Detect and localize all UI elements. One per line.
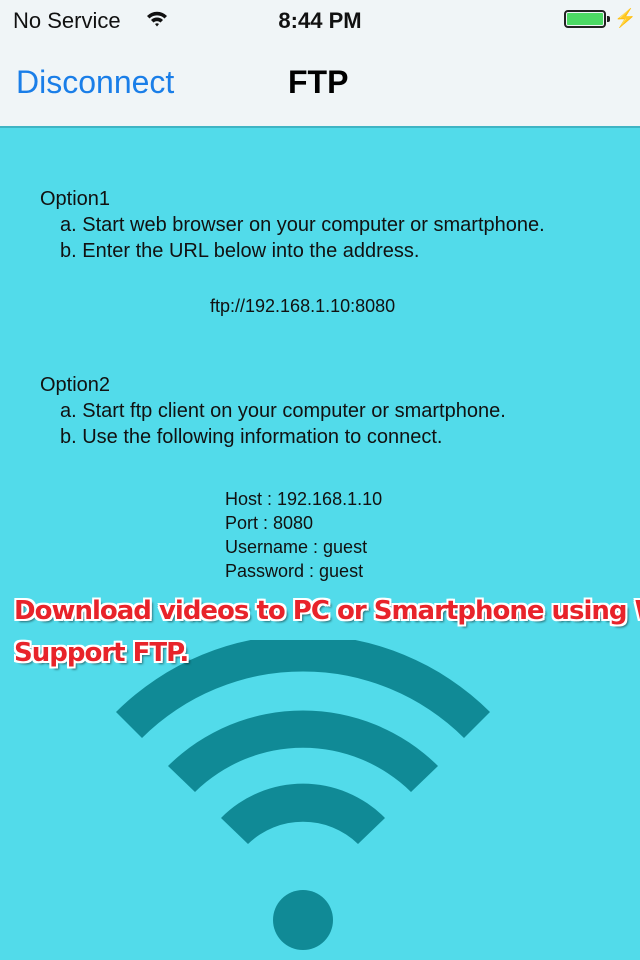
wifi-arc-inner bbox=[221, 783, 385, 844]
status-bar: No Service 8:44 PM ⚡ bbox=[0, 0, 640, 40]
wifi-dot bbox=[273, 890, 333, 950]
promo-line-1: Download videos to PC or Smartphone usin… bbox=[14, 596, 640, 626]
host-info: Host : 192.168.1.10 bbox=[225, 489, 383, 509]
option1-step-b: b. Enter the URL below into the address. bbox=[60, 240, 420, 262]
charging-bolt-icon: ⚡ bbox=[614, 8, 637, 28]
password-info: Password : guest bbox=[225, 561, 364, 581]
option2-step-b: b. Use the following information to conn… bbox=[60, 426, 443, 448]
promo-line-2: Support FTP. bbox=[14, 638, 189, 668]
option2-heading: Option2 bbox=[40, 374, 111, 396]
battery-tip bbox=[607, 16, 610, 22]
disconnect-button[interactable]: Disconnect bbox=[16, 64, 174, 101]
wifi-illustration-icon bbox=[116, 640, 490, 950]
option1-heading: Option1 bbox=[40, 188, 111, 210]
option2-step-a: a. Start ftp client on your computer or … bbox=[60, 400, 506, 422]
clock: 8:44 PM bbox=[278, 8, 362, 33]
navigation-header: No Service 8:44 PM ⚡ Disconnect FTP bbox=[0, 0, 640, 128]
username-info: Username : guest bbox=[225, 537, 368, 557]
option1-step-a: a. Start web browser on your computer or… bbox=[60, 214, 545, 236]
wifi-arc-middle bbox=[168, 710, 438, 792]
battery-icon bbox=[564, 10, 606, 28]
ftp-url[interactable]: ftp://192.168.1.10:8080 bbox=[210, 296, 395, 317]
port-info: Port : 8080 bbox=[225, 513, 314, 533]
page-title: FTP bbox=[288, 64, 349, 100]
